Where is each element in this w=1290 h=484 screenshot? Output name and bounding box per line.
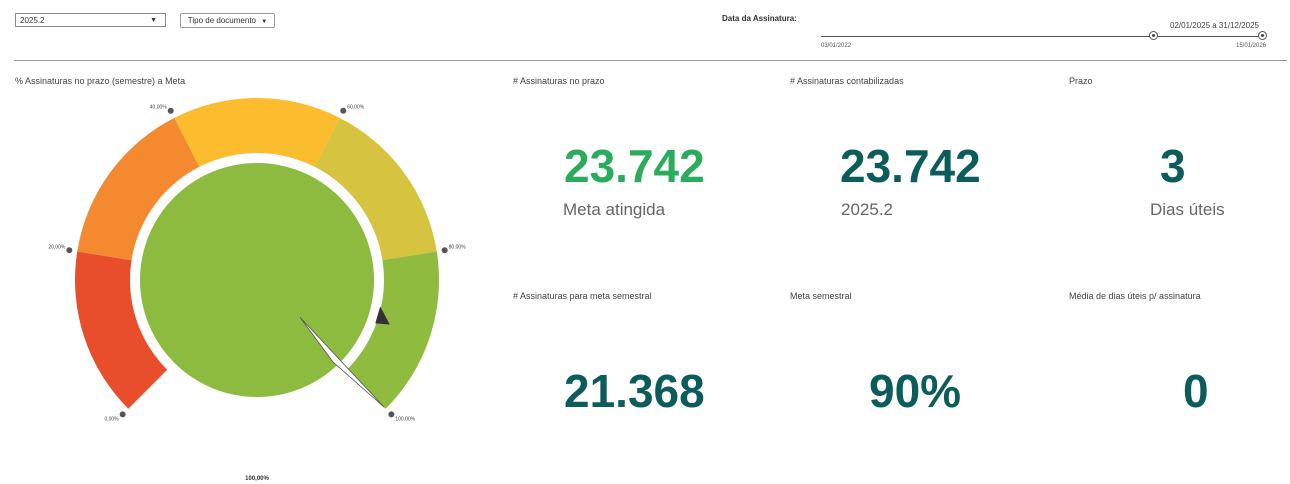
card-title-meta-semestral: Meta semestral [790, 291, 852, 301]
kpi-value-contabilizadas: 23.742 [840, 140, 981, 192]
header-divider [14, 60, 1287, 61]
kpi-sub-prazo: Dias úteis [1150, 200, 1225, 219]
gauge-tick-label: 0,00% [104, 416, 119, 422]
gauge-tick-label: 20,00% [48, 244, 66, 250]
gauge-tick-dot [66, 247, 73, 254]
date-range-value: 02/01/2025 a 31/12/2025 [1170, 21, 1259, 30]
date-filter-label: Data da Assinatura: [722, 14, 797, 23]
kpi-value-no-prazo: 23.742 [564, 140, 705, 192]
chevron-down-icon: ▼ [150, 17, 157, 24]
kpi-sub-no-prazo: Meta atingida [563, 200, 666, 219]
card-title-prazo: Prazo [1069, 76, 1093, 86]
gauge-tick-label: 100,00% [395, 416, 415, 422]
doc-type-dropdown-button[interactable]: Tipo de documento ▼ [180, 13, 275, 28]
date-slider-end-handle[interactable] [1258, 31, 1267, 40]
date-slider-min-label: 03/01/2022 [821, 43, 852, 49]
doc-type-label: Tipo de documento [187, 16, 256, 25]
gauge-tick-label: 60,00% [347, 105, 365, 111]
gauge-tick-dot [167, 107, 174, 114]
gauge-value-label: 100,00% [245, 476, 269, 482]
date-slider-track[interactable] [821, 36, 1264, 37]
date-slider-start-handle[interactable] [1149, 31, 1158, 40]
card-title-meta-count: # Assinaturas para meta semestral [513, 291, 652, 301]
gauge-chart: 0,00% 20,00% 40,00% 60,00% 80,00% 100,00% 100… [48, 98, 467, 482]
card-title-contabilizadas: # Assinaturas contabilizadas [790, 76, 904, 86]
date-slider-max-label: 15/01/2026 [1236, 43, 1267, 49]
period-select-value: 2025.2 [20, 16, 45, 25]
kpi-value-media-dias: 0 [1183, 365, 1209, 417]
gauge-tick-label: 40,00% [150, 105, 168, 111]
kpi-value-prazo: 3 [1160, 140, 1186, 192]
gauge-tick-dot [340, 107, 347, 114]
gauge-tick-label: 80,00% [449, 244, 467, 250]
kpi-value-meta-count: 21.368 [564, 365, 705, 417]
gauge-tick-dot [388, 411, 395, 418]
gauge-tick-dot [441, 247, 448, 254]
gauge-title: % Assinaturas no prazo (semestre) a Meta [15, 76, 186, 86]
period-select[interactable]: 2025.2 ▼ [15, 13, 166, 27]
card-title-media-dias: Média de dias úteis p/ assinatura [1069, 291, 1201, 301]
kpi-value-meta-semestral: 90% [869, 365, 962, 417]
gauge-tick-dot [119, 411, 126, 418]
kpi-sub-contabilizadas: 2025.2 [841, 200, 893, 219]
chevron-down-icon: ▼ [261, 19, 268, 25]
card-title-no-prazo: # Assinaturas no prazo [513, 76, 605, 86]
